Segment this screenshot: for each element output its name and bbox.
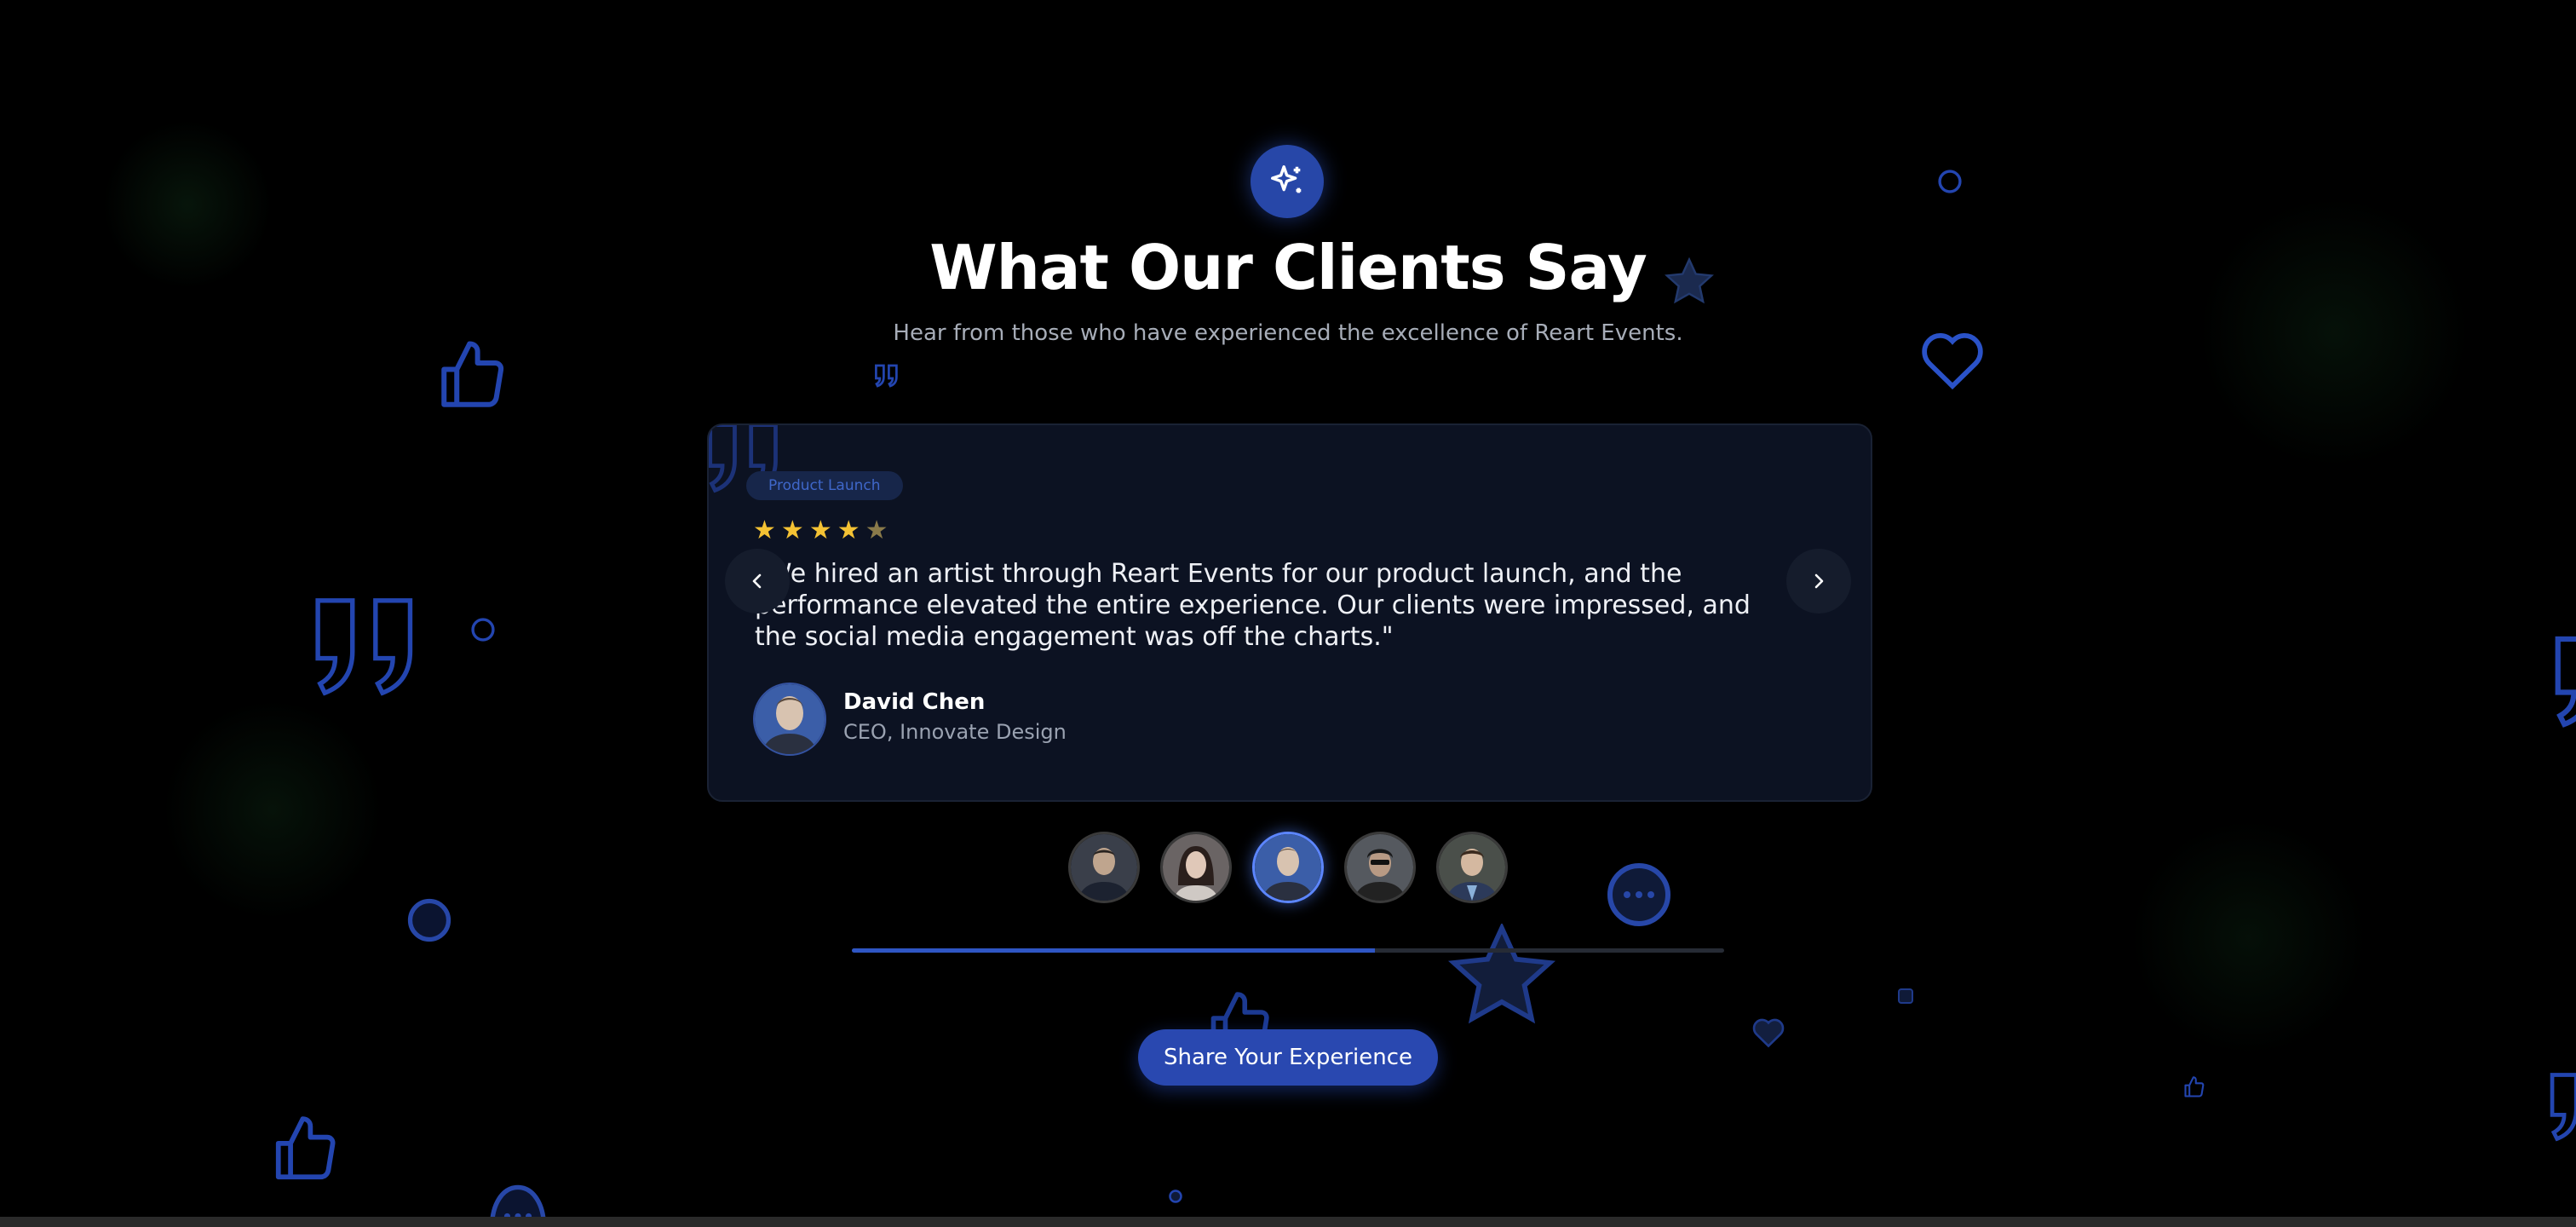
quote-icon [2540,1069,2576,1145]
thumbnail-avatar[interactable] [1436,832,1508,903]
chat-bubble-icon [1167,1188,1184,1205]
category-tag: Product Launch [746,471,903,500]
thumbs-up-icon [434,337,511,414]
chevron-left-icon [752,573,762,589]
star-icon: ★ [865,516,888,545]
thumbnail-avatar[interactable] [1160,832,1232,903]
page-subtitle: Hear from those who have experienced the… [893,320,1683,346]
thumbs-up-icon [2182,1075,2206,1099]
thumbnail-avatar[interactable] [1344,832,1416,903]
thumbs-up-icon [269,1113,342,1186]
testimonial-thumbnails [1068,832,1508,903]
chat-bubble-icon [1935,167,1964,196]
thumbnail-avatar[interactable] [1068,832,1140,903]
chat-bubble-icon [404,895,455,946]
star-icon [1448,924,1555,1026]
testimonial-card: Product Launch ★ ★ ★ ★ ★ "We hired an ar… [707,423,1872,802]
chevron-right-icon [1814,573,1824,589]
chat-bubble-icon [469,615,497,644]
heart-icon [1751,1017,1785,1048]
carousel-progress [852,948,1724,953]
next-button[interactable] [1786,549,1851,614]
carousel-progress-fill [852,948,1376,953]
bottom-bar [0,1217,2576,1227]
quote-icon [308,591,424,702]
previous-button[interactable] [725,549,790,614]
star-icon: ★ [753,516,776,545]
sparkles-icon [1251,145,1324,218]
star-icon: ★ [808,516,832,545]
star-rating: ★ ★ ★ ★ ★ [753,517,888,544]
share-experience-button[interactable]: Share Your Experience [1138,1029,1438,1086]
page-title: What Our Clients Say [929,232,1647,303]
testimonial-quote: "We hired an artist through Reart Events… [755,559,1751,652]
star-icon: ★ [837,516,860,545]
thumbnail-avatar[interactable] [1252,832,1324,903]
author-name: David Chen [843,689,986,715]
star-icon: ★ [780,516,804,545]
quote-icon [874,363,900,389]
avatar [753,683,826,756]
dots-icon [1898,988,1913,1004]
quote-icon [2542,631,2576,733]
author-role: CEO, Innovate Design [843,720,1067,744]
chat-bubble-icon [1605,861,1673,929]
